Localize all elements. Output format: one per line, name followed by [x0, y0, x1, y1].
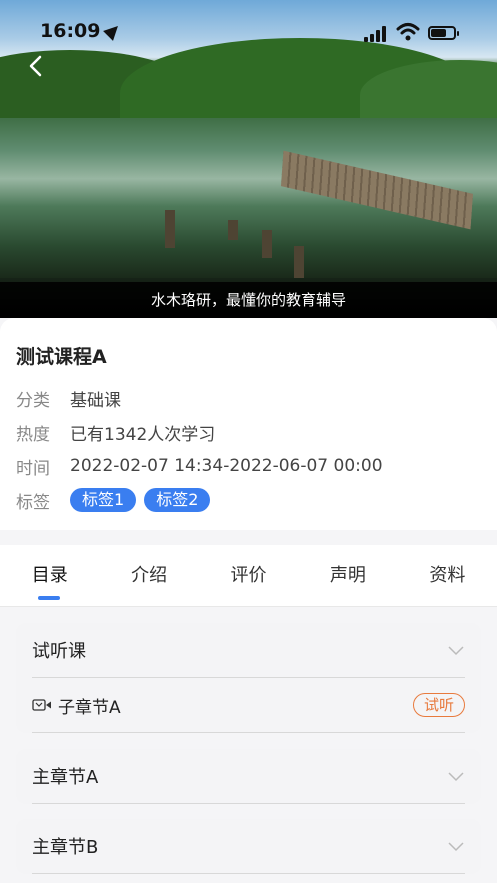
divider: [32, 803, 465, 804]
chapter-header[interactable]: 试听课: [16, 623, 481, 677]
info-key: 分类: [16, 390, 50, 411]
back-button[interactable]: [26, 54, 46, 78]
chapter-title: 试听课: [32, 641, 86, 662]
cover-post: [165, 210, 175, 248]
tab-materials[interactable]: 资料: [398, 545, 497, 606]
info-value: 已有1342人次学习: [70, 424, 216, 445]
status-bar: 16:09: [0, 0, 497, 60]
chevron-down-icon: [448, 772, 464, 782]
chevron-down-icon: [448, 842, 464, 852]
tab-intro[interactable]: 介绍: [99, 545, 198, 606]
wifi-icon: [396, 22, 420, 42]
chevron-left-icon: [29, 55, 42, 77]
info-value: 2022-02-07 14:34-2022-06-07 00:00: [70, 456, 383, 476]
course-title: 测试课程A: [16, 346, 107, 368]
chapter-section: 主章节B: [16, 819, 481, 874]
divider: [32, 732, 465, 733]
chapter-section: 主章节A: [16, 749, 481, 804]
lesson-label: 子章节A: [58, 697, 121, 718]
chapter-title: 主章节B: [32, 837, 99, 858]
info-value: 基础课: [70, 390, 121, 411]
info-key: 热度: [16, 424, 50, 445]
info-row-tags: 标签 标签1 标签2: [16, 483, 481, 517]
tag-badge: 标签1: [70, 488, 137, 512]
chevron-down-icon: [448, 646, 464, 656]
info-row-category: 分类 基础课: [16, 381, 481, 415]
divider: [32, 873, 465, 874]
info-row-time: 时间 2022-02-07 14:34-2022-06-07 00:00: [16, 449, 481, 483]
cover-post: [294, 246, 304, 278]
chapter-title: 主章节A: [32, 767, 99, 788]
info-key: 标签: [16, 492, 50, 513]
course-info-card: 测试课程A 分类 基础课 热度 已有1342人次学习 时间 2022-02-07…: [0, 318, 497, 530]
tab-catalog[interactable]: 目录: [0, 545, 99, 606]
chapter-section: 试听课 子章节A 试听: [16, 623, 481, 733]
cellular-signal-icon: [364, 26, 388, 42]
tag-badge: 标签2: [144, 488, 211, 512]
cover-post: [262, 230, 272, 258]
tab-reviews[interactable]: 评价: [199, 545, 298, 606]
chapter-header[interactable]: 主章节B: [16, 819, 481, 873]
location-arrow-icon: [103, 21, 123, 41]
trial-badge[interactable]: 试听: [412, 693, 465, 717]
tab-statement[interactable]: 声明: [298, 545, 397, 606]
info-row-popularity: 热度 已有1342人次学习: [16, 415, 481, 449]
video-icon: [32, 699, 51, 711]
chapter-header[interactable]: 主章节A: [16, 749, 481, 803]
cover-post: [228, 220, 238, 240]
cover-caption: 水木珞研，最懂你的教育辅导: [0, 282, 497, 318]
battery-icon: [428, 26, 459, 40]
course-tabs: 目录 介绍 评价 声明 资料: [0, 545, 497, 607]
status-time: 16:09: [40, 20, 101, 42]
lesson-item[interactable]: 子章节A 试听: [16, 678, 481, 732]
info-key: 时间: [16, 458, 50, 479]
